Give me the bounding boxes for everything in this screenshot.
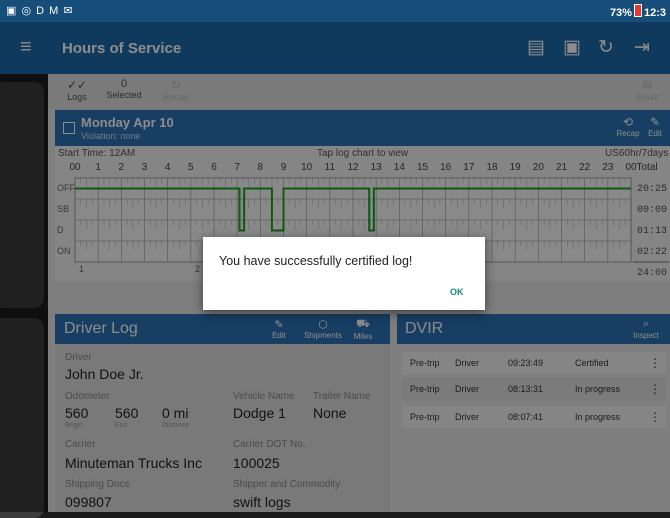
dialog-message: You have successfully certified log!	[219, 254, 413, 268]
battery-percent: 73%	[609, 7, 632, 19]
ok-button[interactable]: OK	[450, 287, 464, 297]
clock: 12:3	[643, 7, 666, 19]
battery-icon	[633, 4, 642, 17]
battery-time: 73% 12:3	[610, 4, 666, 19]
status-icons: ▣ ◎ D M ✉	[6, 5, 74, 17]
certify-success-dialog: You have successfully certified log! OK	[203, 237, 485, 310]
status-bar: ▣ ◎ D M ✉ 73% 12:3	[0, 0, 670, 22]
